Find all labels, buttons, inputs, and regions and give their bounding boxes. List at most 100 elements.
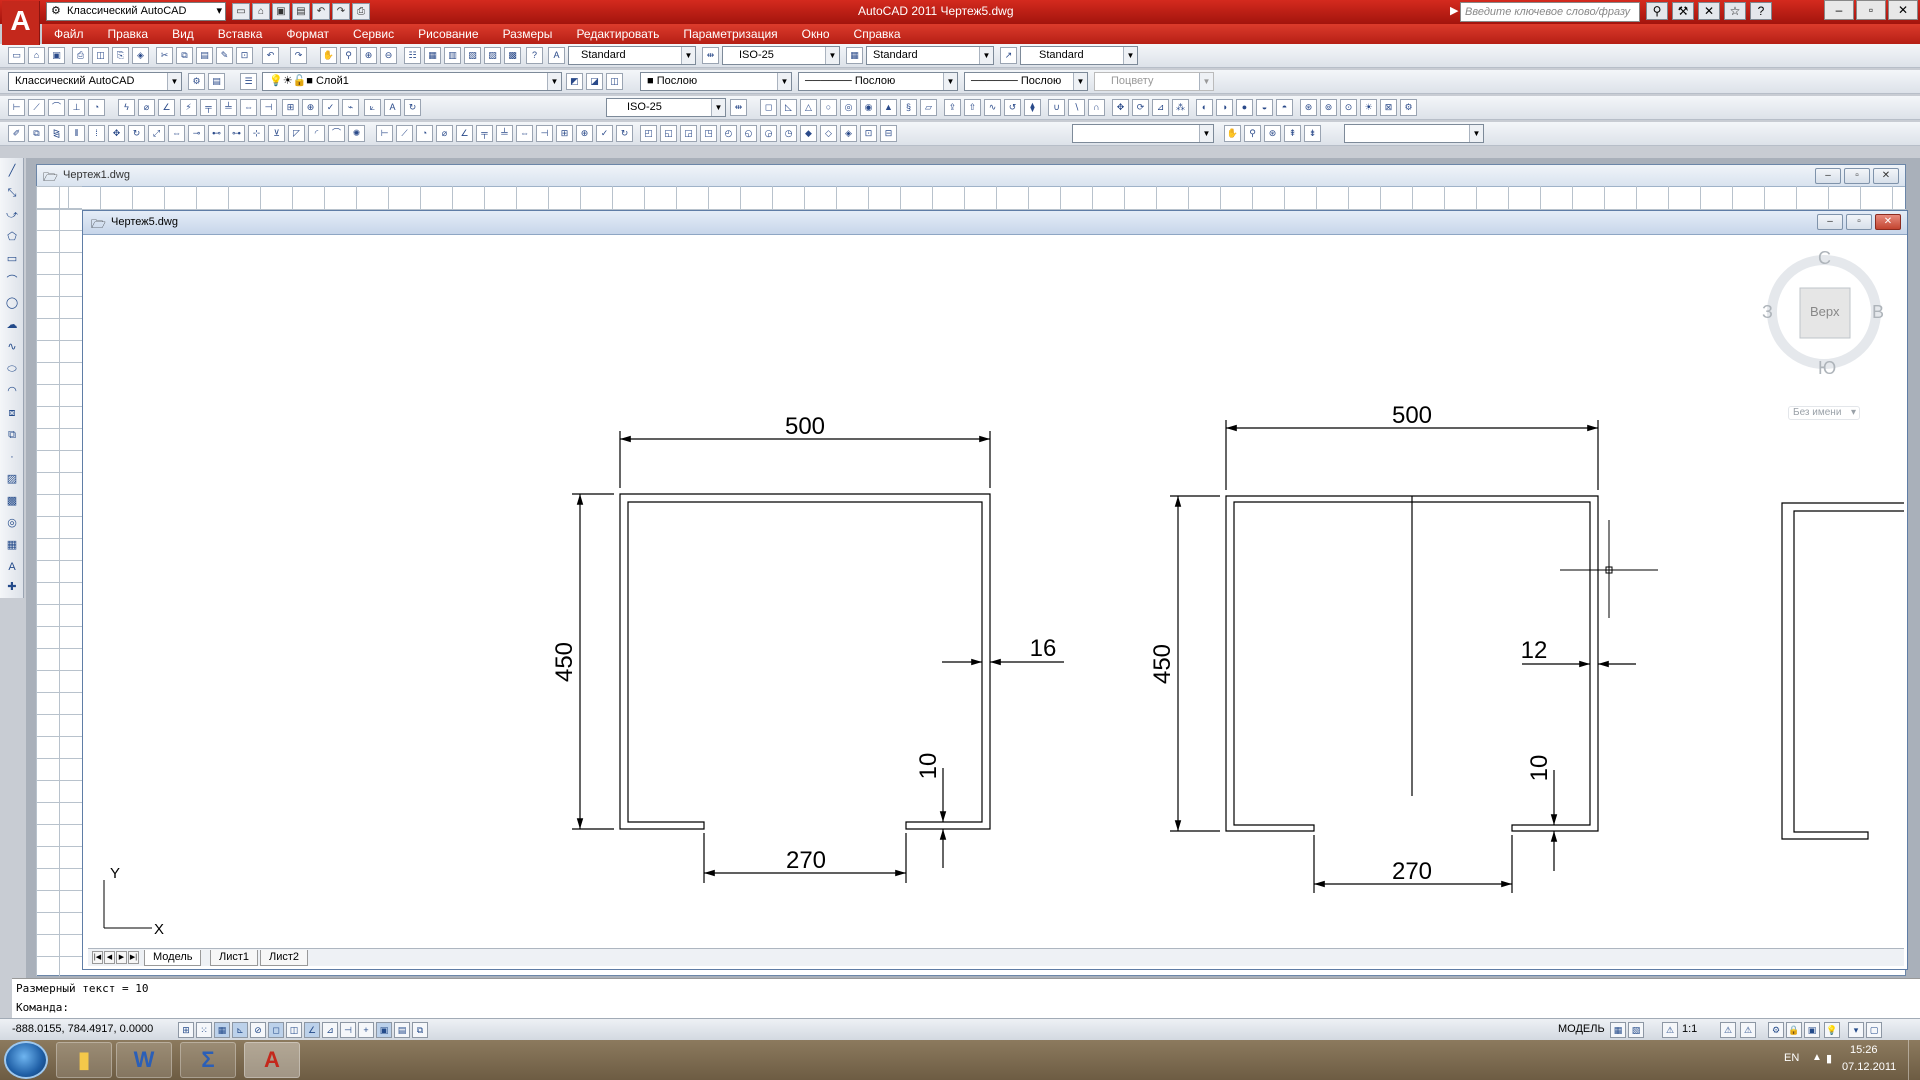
workspace-combo[interactable]: Классический AutoCAD ▼ <box>8 72 182 91</box>
orbit-icon[interactable]: ⊚ <box>1320 99 1337 116</box>
tray-arrow-icon[interactable]: ▲ <box>1812 1052 1822 1063</box>
dim-style-select[interactable]: ISO-25 ▼ <box>722 46 840 65</box>
close-button[interactable]: ✕ <box>1875 214 1901 230</box>
dim-angular-icon[interactable]: ∠ <box>158 99 175 116</box>
spline-icon[interactable]: ∿ <box>3 338 21 356</box>
prev-tab-icon[interactable]: ◀ <box>104 951 115 964</box>
dim-text-edit-icon[interactable]: A <box>384 99 401 116</box>
presspull-icon[interactable]: ⇧ <box>964 99 981 116</box>
workspace-select[interactable]: ⚙ Классический AutoCAD ▾ <box>46 2 226 21</box>
render-settings-icon[interactable]: ⚙ <box>1400 99 1417 116</box>
point-icon[interactable]: · <box>3 448 21 466</box>
rectangle-icon[interactable]: ▭ <box>3 250 21 268</box>
minimize-button[interactable]: – <box>1815 168 1841 184</box>
move-faces-icon[interactable]: ◲ <box>680 125 697 142</box>
view-select[interactable]: ▼ <box>1072 124 1214 143</box>
3d-rotate-icon[interactable]: ⟳ <box>1132 99 1149 116</box>
copy-faces-icon[interactable]: ◷ <box>780 125 797 142</box>
subscription-icon[interactable]: ⚒ <box>1672 2 1694 20</box>
copy-object-icon[interactable]: ⧉ <box>28 125 45 142</box>
open-icon[interactable]: ⌂ <box>28 47 45 64</box>
lock-ui-icon[interactable]: 🔒 <box>1786 1022 1802 1038</box>
restore-button[interactable]: ▫ <box>1846 214 1872 230</box>
extrude-faces-icon[interactable]: ◱ <box>660 125 677 142</box>
object-snap-icon[interactable]: ◻ <box>268 1022 284 1038</box>
pyramid-icon[interactable]: ▲ <box>880 99 897 116</box>
3d-align-icon[interactable]: ⊿ <box>1152 99 1169 116</box>
undo-icon[interactable]: ↶ <box>262 47 279 64</box>
compass-north[interactable]: С <box>1818 248 1831 269</box>
command-line[interactable]: Размерный текст = 10 Команда: <box>12 978 1920 1018</box>
helix-icon[interactable]: § <box>900 99 917 116</box>
gradient-icon[interactable]: ▩ <box>3 492 21 510</box>
check-icon[interactable]: ⊟ <box>880 125 897 142</box>
break-at-point-icon[interactable]: ⊶ <box>228 125 245 142</box>
cylinder-icon[interactable]: ◎ <box>840 99 857 116</box>
pan-hand-icon[interactable]: ✋ <box>1224 125 1241 142</box>
3d-array-icon[interactable]: ⁂ <box>1172 99 1189 116</box>
language-indicator[interactable]: EN <box>1784 1052 1799 1064</box>
center-mark-2-icon[interactable]: ⊕ <box>576 125 593 142</box>
model-space-label[interactable]: МОДЕЛЬ <box>1558 1023 1605 1035</box>
color-faces-icon[interactable]: ◆ <box>800 125 817 142</box>
isolate-objects-icon[interactable]: 💡 <box>1824 1022 1840 1038</box>
markup-icon[interactable]: ▨ <box>484 47 501 64</box>
visual-style-icon[interactable]: ◐ <box>1196 99 1213 116</box>
communication-icon[interactable]: ✕ <box>1698 2 1720 20</box>
table-icon[interactable]: ▦ <box>3 536 21 554</box>
dim-baseline-icon[interactable]: ╤ <box>200 99 217 116</box>
explode-icon[interactable]: ✺ <box>348 125 365 142</box>
dim-baseline-2-icon[interactable]: ╤ <box>476 125 493 142</box>
zoom-icon[interactable]: ⚲ <box>1244 125 1261 142</box>
infer-constraints-icon[interactable]: ⊞ <box>178 1022 194 1038</box>
realistic-style-icon[interactable]: ◑ <box>1216 99 1233 116</box>
conceptual-style-icon[interactable]: ◒ <box>1256 99 1273 116</box>
workspace-switching-icon[interactable]: ⚙ <box>1768 1022 1784 1038</box>
close-app-button[interactable]: ✕ <box>1888 0 1918 20</box>
ucs-menu[interactable]: Без имени ▾ <box>1788 406 1860 420</box>
trim-icon[interactable]: ⊸ <box>188 125 205 142</box>
rotate-icon[interactable]: ↻ <box>128 125 145 142</box>
redo-icon[interactable]: ↷ <box>290 47 307 64</box>
paste-icon[interactable]: ▤ <box>196 47 213 64</box>
quick-view-layouts-icon[interactable]: ▦ <box>1610 1022 1626 1038</box>
transparency-icon[interactable]: ▣ <box>376 1022 392 1038</box>
quick-properties-icon[interactable]: ▤ <box>394 1022 410 1038</box>
move-icon[interactable]: ✥ <box>108 125 125 142</box>
pan-icon[interactable]: ✋ <box>320 47 337 64</box>
dim-style-manager-icon[interactable]: ⇹ <box>730 99 747 116</box>
hardware-acceleration-icon[interactable]: ▣ <box>1804 1022 1820 1038</box>
properties-icon[interactable]: ☷ <box>404 47 421 64</box>
sweep-icon[interactable]: ∿ <box>984 99 1001 116</box>
redo-icon[interactable]: ↷ <box>332 3 350 20</box>
render-sphere-icon[interactable]: ● <box>1236 99 1253 116</box>
jogged-linear-icon[interactable]: ⌁ <box>342 99 359 116</box>
undo-icon[interactable]: ↶ <box>312 3 330 20</box>
fly-icon[interactable]: ⇟ <box>1304 125 1321 142</box>
auto-scale-icon[interactable]: ⚠ <box>1740 1022 1756 1038</box>
coordinates-readout[interactable]: -888.0155, 784.4917, 0.0000 <box>12 1023 153 1035</box>
qnew-icon[interactable]: ▭ <box>8 47 25 64</box>
dim-continue-2-icon[interactable]: ╧ <box>496 125 513 142</box>
minimize-button[interactable]: – <box>1817 214 1843 230</box>
snap-mode-icon[interactable]: ⁙ <box>196 1022 212 1038</box>
clock-time[interactable]: 15:26 <box>1850 1044 1878 1056</box>
zoom-realtime-icon[interactable]: ⚲ <box>340 47 357 64</box>
show-desktop-button[interactable] <box>1908 1040 1920 1080</box>
construction-line-icon[interactable]: ⤡ <box>3 184 21 202</box>
arc-icon[interactable]: ⌒ <box>3 272 21 290</box>
favorites-icon[interactable]: ☆ <box>1724 2 1746 20</box>
restore-button[interactable]: ▫ <box>1844 168 1870 184</box>
layer-previous-icon[interactable]: ◪ <box>586 73 603 90</box>
command-prompt[interactable]: Команда: <box>16 1001 69 1014</box>
help-icon[interactable]: ? <box>526 47 543 64</box>
dim-angular-2-icon[interactable]: ∠ <box>456 125 473 142</box>
torus-icon[interactable]: ◉ <box>860 99 877 116</box>
ellipse-icon[interactable]: ⬭ <box>3 360 21 378</box>
extend-icon[interactable]: ⊷ <box>208 125 225 142</box>
polygon-icon[interactable]: ⬠ <box>3 228 21 246</box>
clean-icon[interactable]: ⊡ <box>860 125 877 142</box>
center-mark-icon[interactable]: ⊕ <box>302 99 319 116</box>
help-icon[interactable]: ? <box>1750 2 1772 20</box>
extrude-icon[interactable]: ⇪ <box>944 99 961 116</box>
